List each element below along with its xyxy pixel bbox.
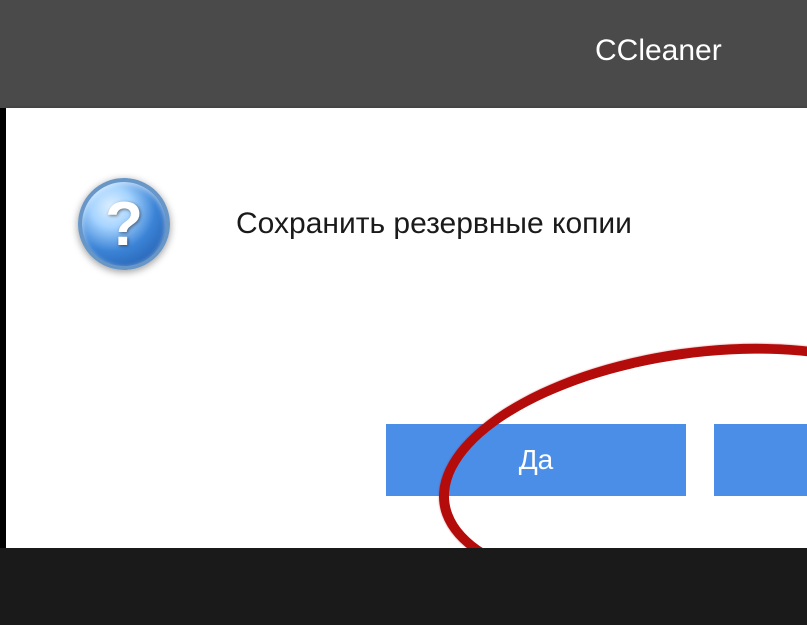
bottom-bar	[0, 548, 807, 625]
confirm-dialog: Сохранить резервные копии Да	[6, 108, 807, 548]
dialog-content: Сохранить резервные копии	[6, 108, 807, 290]
dialog-message: Сохранить резервные копии	[236, 207, 632, 241]
question-icon	[78, 178, 170, 270]
titlebar: CCleaner	[0, 0, 807, 108]
no-button[interactable]	[714, 424, 807, 496]
app-title: CCleaner	[595, 34, 722, 68]
dialog-button-row: Да	[386, 424, 807, 496]
yes-button[interactable]: Да	[386, 424, 686, 496]
